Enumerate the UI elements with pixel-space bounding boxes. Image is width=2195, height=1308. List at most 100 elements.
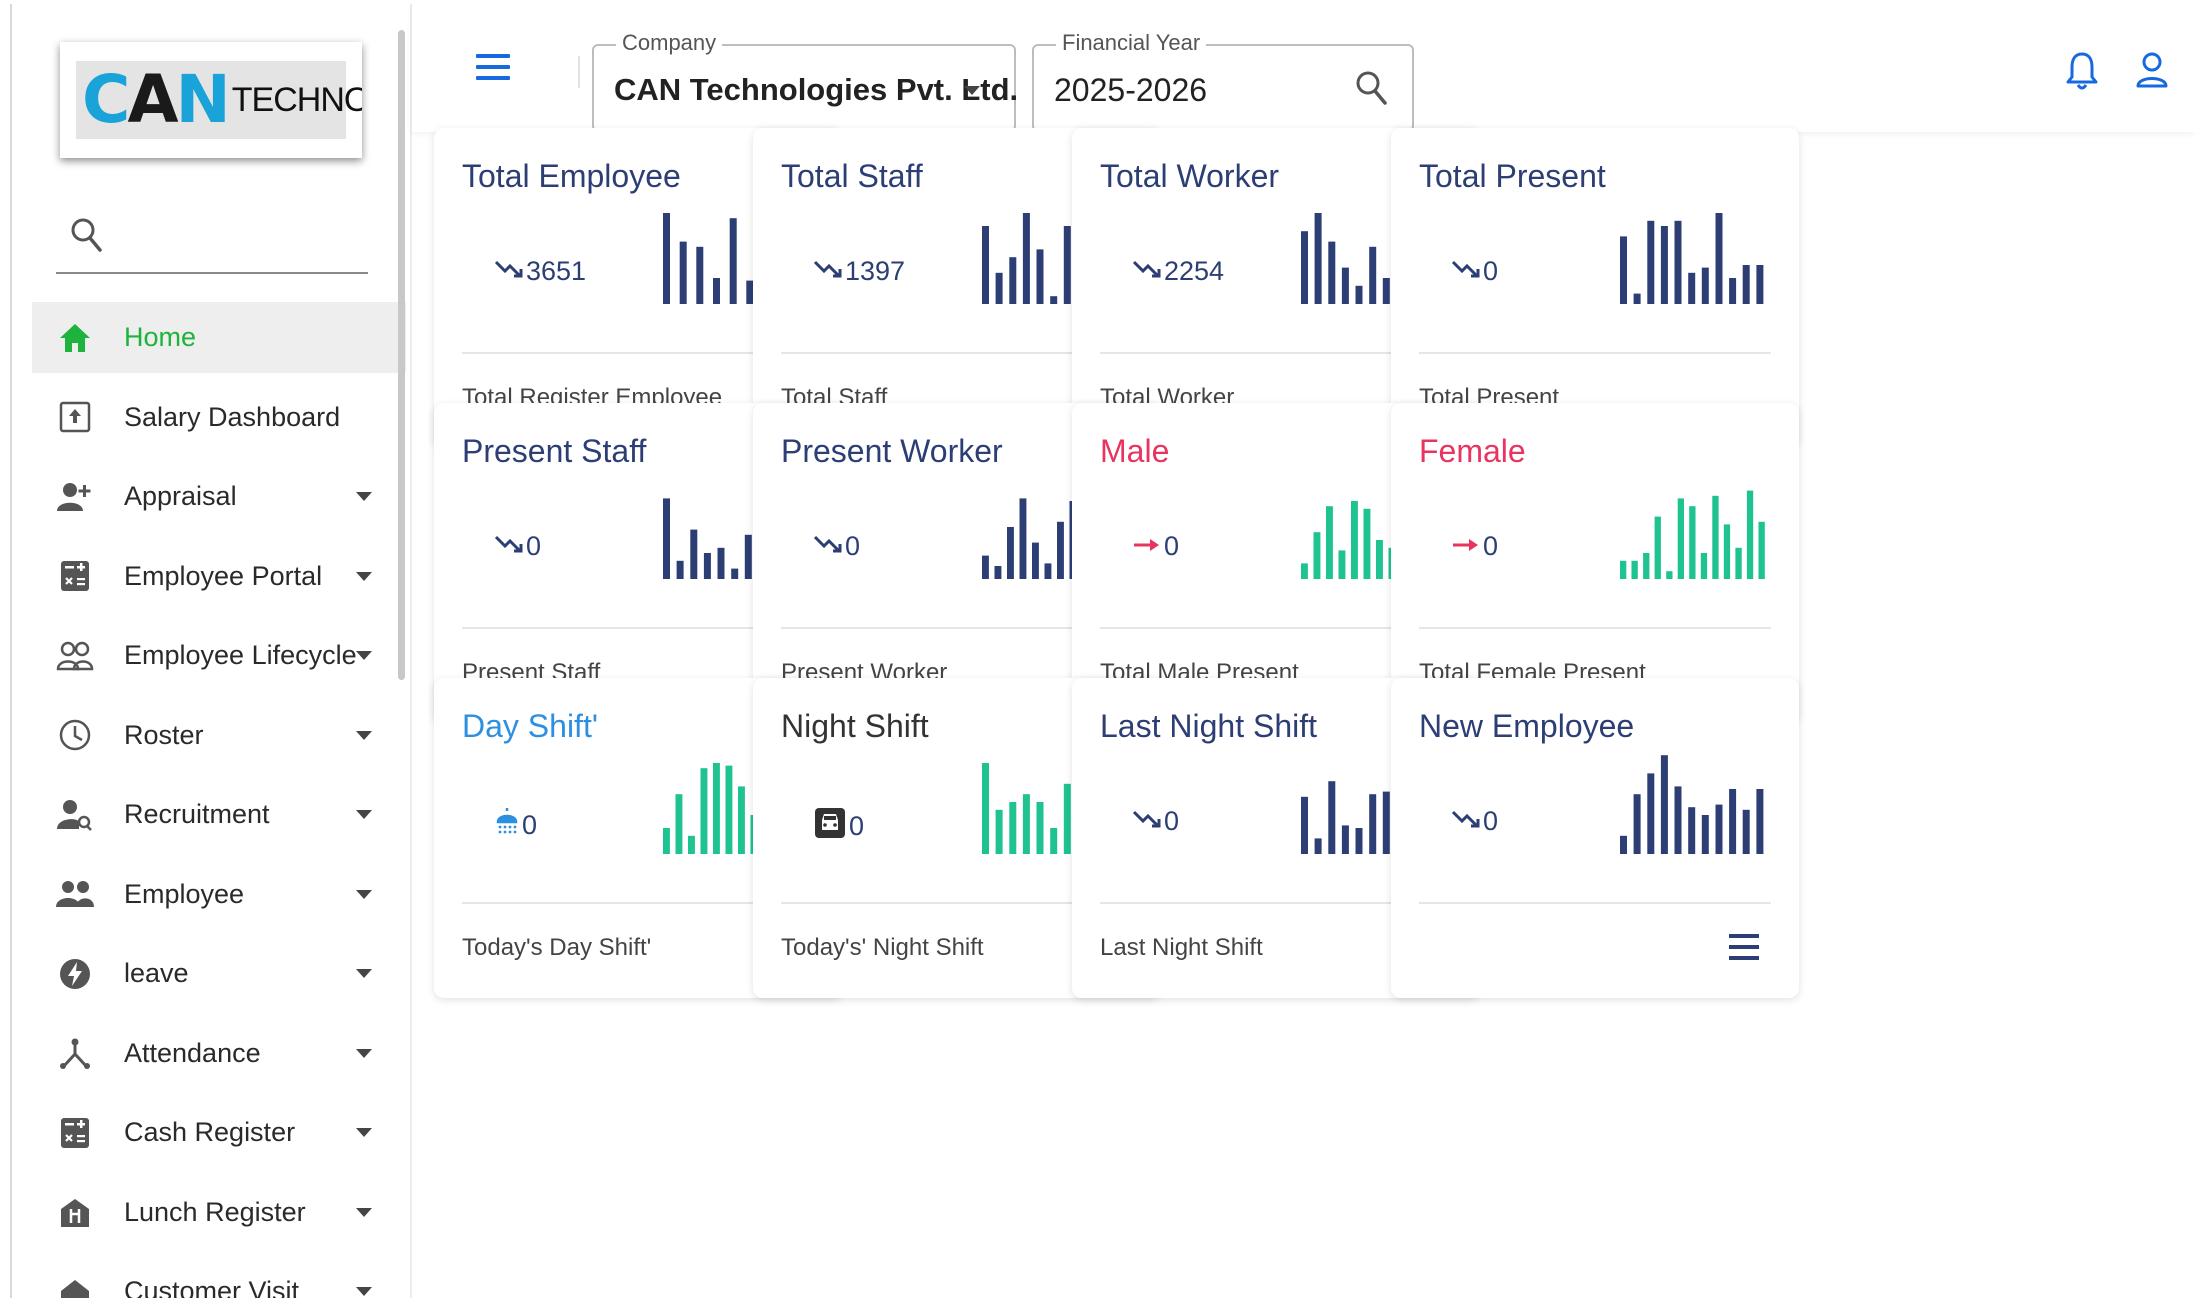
user-icon[interactable]	[2135, 50, 2169, 97]
sparkline-bar	[713, 278, 720, 304]
sidebar-item-appraisal[interactable]: Appraisal	[32, 461, 406, 532]
card-menu-icon[interactable]	[1729, 934, 1759, 967]
sidebar-item-label: Attendance	[124, 1037, 261, 1068]
company-select[interactable]: Company CAN Technologies Pvt. Ltd.	[592, 30, 1018, 132]
card-title: Night Shift	[781, 708, 929, 744]
sidebar-item-roster[interactable]: Roster	[32, 700, 406, 771]
sparkline-bar	[1376, 540, 1383, 579]
hamburger-menu-icon[interactable]	[476, 54, 510, 87]
card-sparkline-chart	[1620, 755, 1764, 854]
sparkline-bar	[995, 809, 1003, 854]
chevron-down-icon[interactable]	[356, 730, 372, 740]
chevron-down-icon[interactable]	[356, 571, 372, 581]
sidebar-item-lunch-register[interactable]: Lunch Register	[32, 1177, 406, 1248]
stat-card-female[interactable]: Female 0 Total Female Present	[1391, 403, 1799, 723]
chevron-down-icon[interactable]	[356, 1128, 372, 1137]
trending-down-icon	[813, 256, 843, 287]
sidebar-item-salary-dashboard[interactable]: Salary Dashboard	[32, 382, 406, 453]
chevron-down-icon[interactable]	[356, 810, 372, 819]
stat-card-new-employee[interactable]: New Employee 0	[1391, 678, 1799, 998]
card-divider	[1419, 902, 1771, 904]
upload-box-icon	[56, 398, 94, 436]
sidebar-item-home[interactable]: Home	[32, 302, 406, 373]
sparkline-bar	[1044, 563, 1052, 579]
bolt-icon	[56, 955, 94, 993]
chevron-down-icon[interactable]	[356, 889, 372, 899]
sparkline-bar	[1036, 802, 1044, 854]
chevron-down-icon[interactable]	[356, 1048, 372, 1058]
sidebar-scrollbar[interactable]	[398, 30, 405, 680]
sidebar-item-leave[interactable]: leave	[32, 938, 406, 1009]
sparkline-bar	[1351, 501, 1358, 579]
sidebar-item-customer-visit[interactable]: Customer Visit	[32, 1256, 406, 1298]
sparkline-bar	[729, 218, 737, 304]
card-sparkline-chart	[1620, 213, 1764, 304]
sparkline-bar	[1758, 521, 1765, 579]
sparkline-bar	[1677, 498, 1684, 579]
sidebar-item-label: leave	[124, 958, 189, 988]
sparkline-bar	[1620, 236, 1627, 304]
card-sparkline-chart	[1620, 490, 1765, 579]
card-title: Last Night Shift	[1100, 708, 1317, 744]
sidebar-search[interactable]	[56, 202, 368, 274]
sparkline-bar	[1036, 249, 1044, 304]
card-title: Present Worker	[781, 433, 1003, 469]
sparkline-bar	[1715, 804, 1723, 854]
sparkline-bar	[1660, 226, 1668, 304]
sparkline-bar	[1301, 563, 1308, 579]
sparkline-bar	[713, 763, 720, 854]
sidebar-item-label: Appraisal	[124, 481, 237, 511]
sparkline-bar	[731, 568, 739, 579]
sparkline-bar	[744, 534, 752, 579]
sparkline-bar	[1729, 789, 1737, 854]
stat-card-total-present[interactable]: Total Present 0 Total Present	[1391, 128, 1799, 448]
sparkline-bar	[717, 547, 725, 579]
sidebar-item-attendance[interactable]: Attendance	[32, 1018, 406, 1089]
sparkline-bar	[738, 786, 745, 854]
company-label: Company	[616, 30, 723, 56]
company-logo[interactable]: CAN TECHNOLOGIES	[60, 42, 362, 158]
dashboard-content: Total Employee 3651 Total Register Employe…	[412, 128, 2195, 1298]
sparkline-bar	[1620, 560, 1627, 579]
top-header: Company CAN Technologies Pvt. Ltd. Finan…	[412, 4, 2195, 132]
financial-year-field[interactable]: Financial Year 2025-2026	[1032, 30, 1414, 132]
sparkline-bar	[1009, 257, 1017, 304]
chevron-down-icon[interactable]	[356, 1287, 372, 1296]
chevron-down-icon[interactable]	[356, 492, 372, 501]
chevron-down-icon	[964, 86, 980, 95]
bell-icon[interactable]	[2065, 50, 2099, 97]
trending-down-icon	[494, 531, 524, 562]
sidebar-item-cash-register[interactable]: Cash Register	[32, 1097, 406, 1168]
sidebar-item-label: Home	[124, 322, 197, 352]
sparkline-bar	[1712, 495, 1719, 579]
clock-icon	[56, 716, 94, 754]
sparkline-bar	[663, 828, 670, 854]
sparkline-bar	[663, 498, 670, 579]
sparkline-bar	[1314, 838, 1322, 854]
sparkline-bar	[1369, 794, 1377, 854]
card-value: 0	[813, 531, 860, 562]
chevron-down-icon[interactable]	[356, 651, 372, 660]
car-icon	[813, 806, 847, 847]
sparkline-bar	[1301, 796, 1308, 854]
sidebar-item-employee-portal[interactable]: Employee Portal	[32, 541, 406, 612]
sidebar-item-label: Cash Register	[124, 1117, 296, 1147]
sparkline-bar	[1382, 278, 1390, 304]
sparkline-bar	[1019, 498, 1027, 579]
sidebar-item-employee-lifecycle[interactable]: Employee Lifecycle	[32, 620, 406, 691]
sparkline-bar	[703, 553, 711, 579]
sidebar-item-recruitment[interactable]: Recruitment	[32, 779, 406, 850]
sparkline-bar	[1633, 293, 1641, 304]
chevron-down-icon[interactable]	[356, 1207, 372, 1217]
chevron-down-icon[interactable]	[356, 969, 372, 978]
search-icon	[70, 216, 104, 261]
card-value: 1397	[813, 256, 905, 287]
search-icon[interactable]	[1354, 68, 1390, 113]
financial-year-label: Financial Year	[1056, 30, 1207, 56]
sidebar-item-employee[interactable]: Employee	[32, 859, 406, 930]
header-divider	[578, 56, 580, 88]
person-search-icon	[56, 796, 94, 834]
building-icon	[56, 1273, 94, 1298]
sidebar-item-label: Employee Portal	[124, 560, 323, 591]
card-value-number: 0	[1483, 806, 1499, 836]
